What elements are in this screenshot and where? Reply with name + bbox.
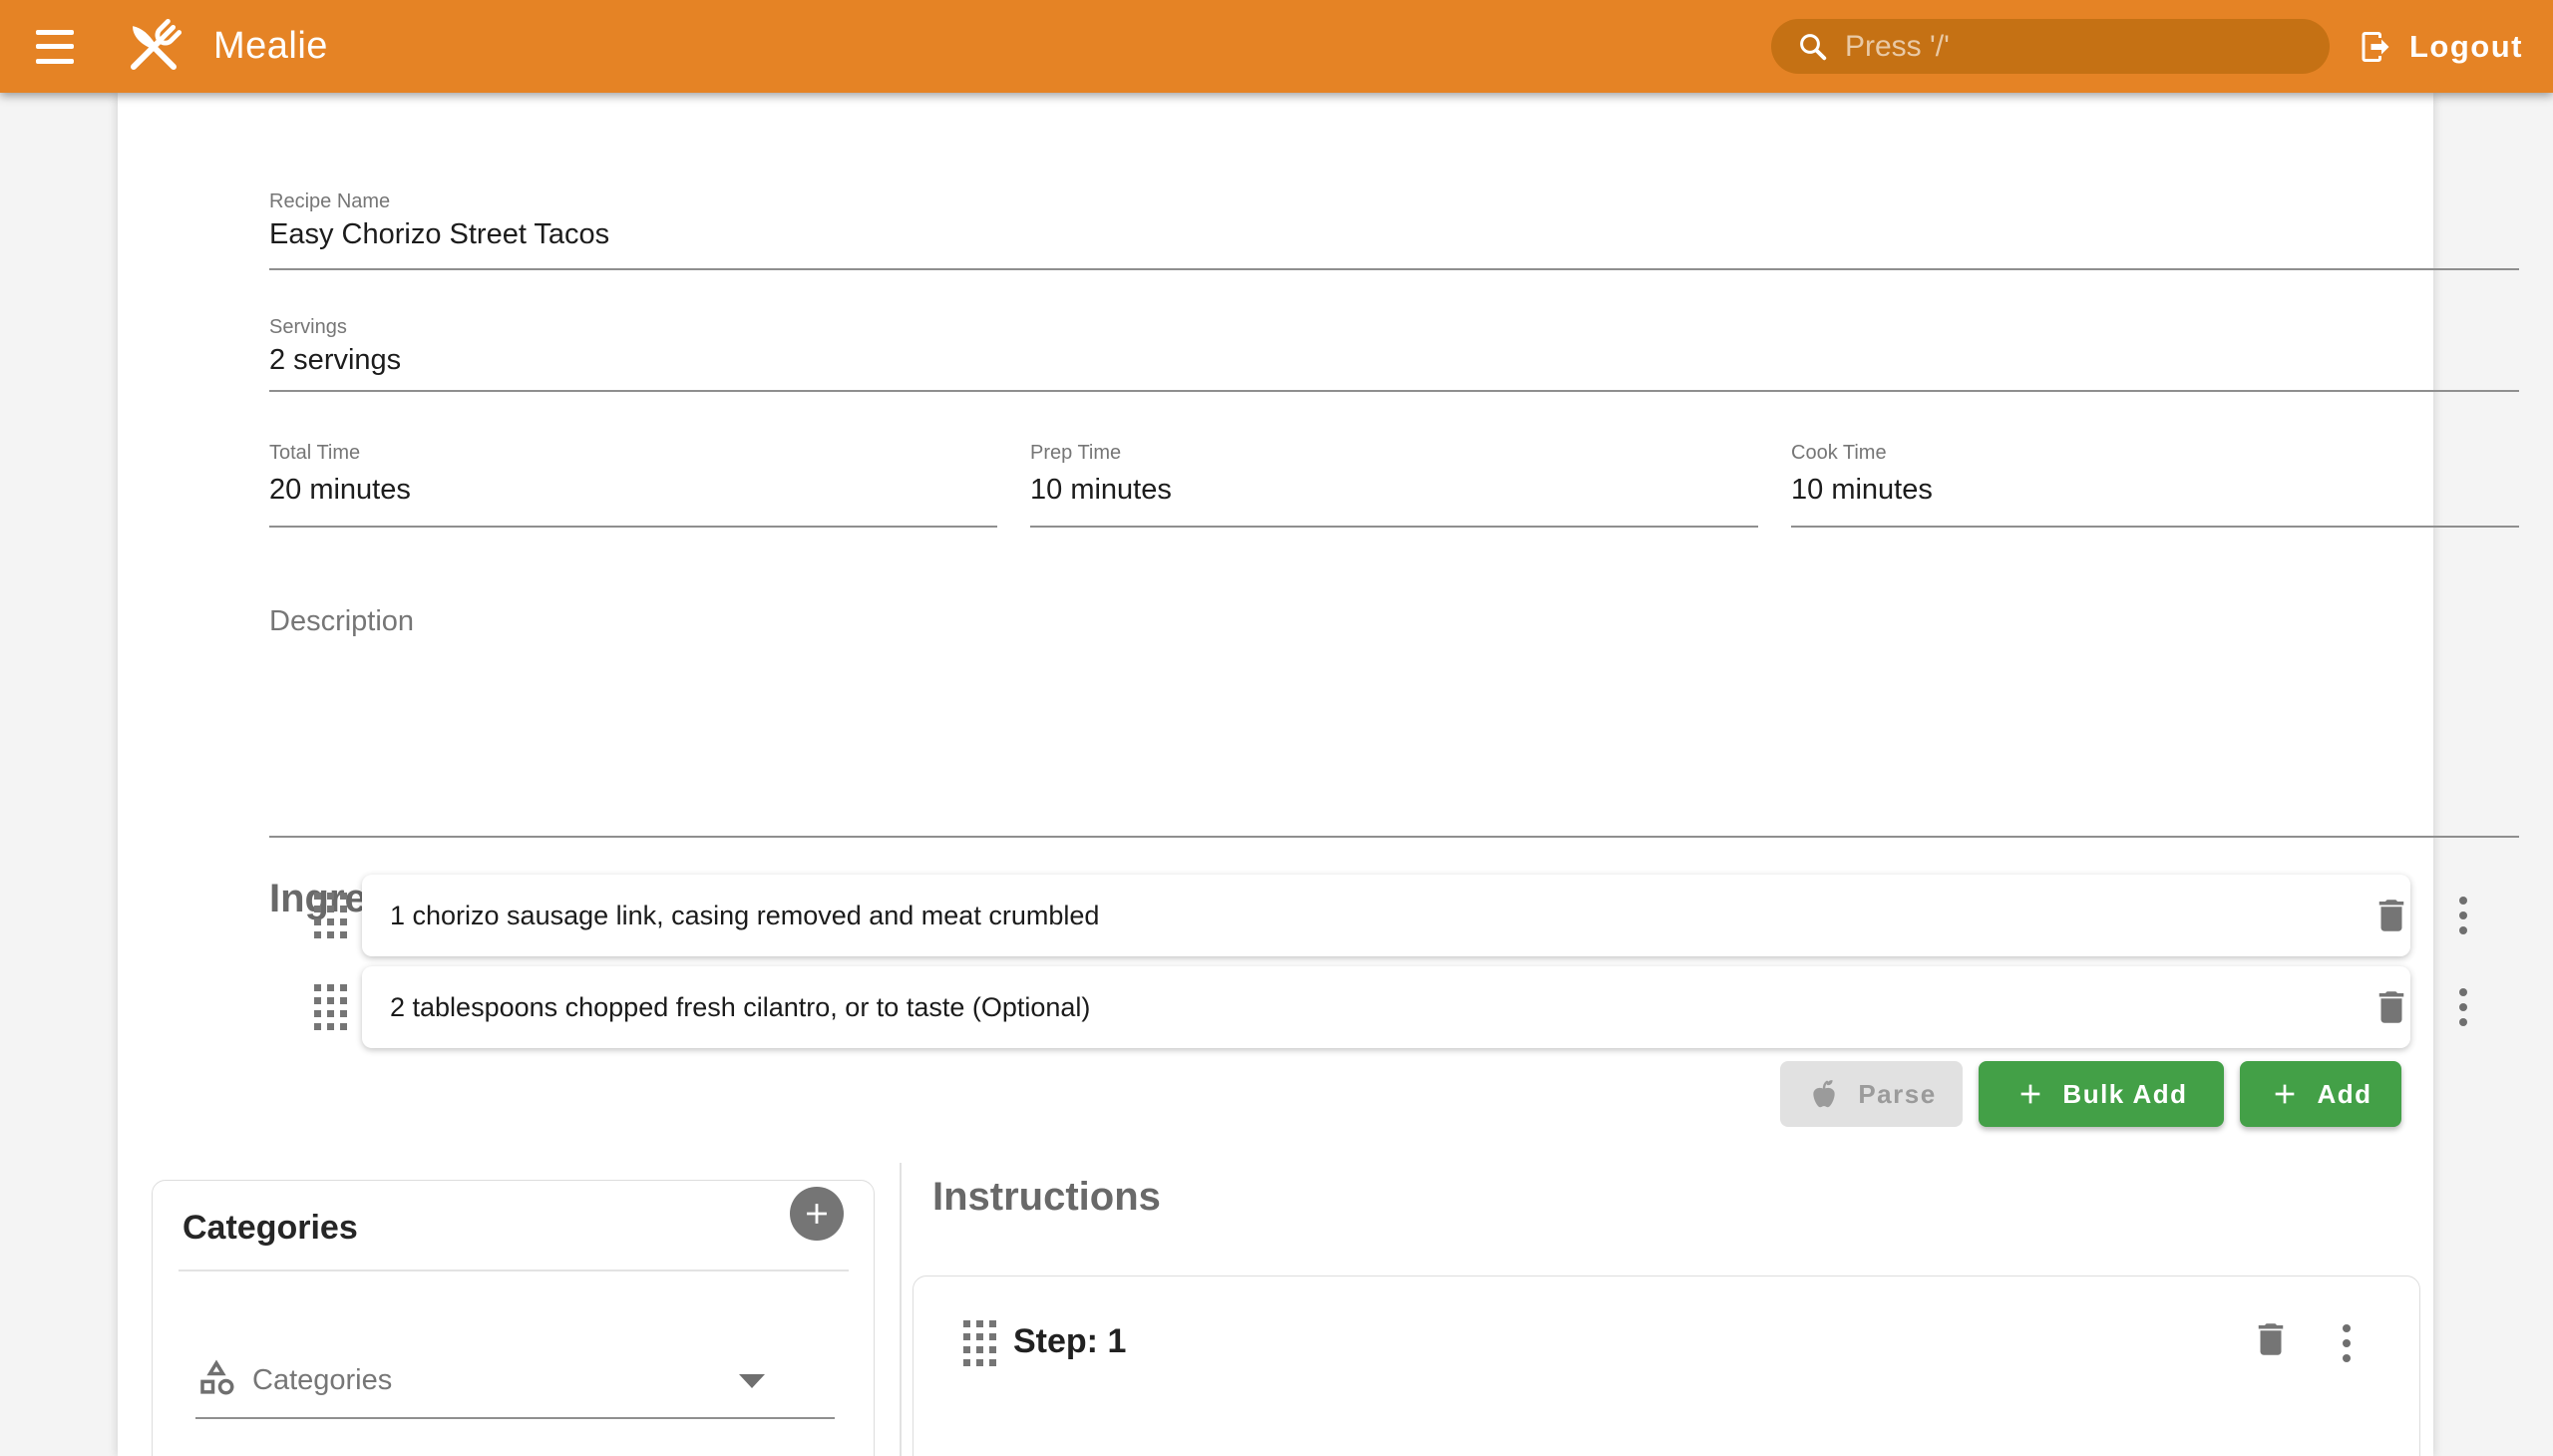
search-input[interactable]	[1845, 30, 2330, 64]
description-underline	[269, 836, 2519, 838]
recipe-name-input[interactable]	[269, 218, 2519, 251]
ingredient-card	[362, 966, 2410, 1048]
recipe-editor-card: Recipe Name Servings Total Time Prep Tim…	[118, 93, 2433, 1456]
add-label: Add	[2317, 1079, 2371, 1110]
app-header: Mealie Logout	[0, 0, 2553, 93]
search-bar[interactable]	[1771, 19, 2330, 74]
total-time-input[interactable]	[269, 474, 997, 507]
total-time-label: Total Time	[269, 442, 360, 465]
categories-divider	[179, 1270, 849, 1272]
column-divider	[900, 1163, 902, 1456]
prep-time-input[interactable]	[1030, 474, 1758, 507]
logout-label: Logout	[2409, 29, 2523, 65]
ingredient-row	[269, 966, 2519, 1048]
app-title: Mealie	[213, 25, 328, 68]
ingredient-menu-icon[interactable]	[2459, 988, 2467, 1026]
drag-handle-icon[interactable]	[963, 1320, 996, 1366]
add-ingredient-button[interactable]: Add	[2240, 1061, 2401, 1127]
delete-ingredient-button[interactable]	[2371, 895, 2412, 936]
prep-time-label: Prep Time	[1030, 442, 1121, 465]
total-time-underline	[269, 526, 997, 528]
plus-icon	[2269, 1078, 2301, 1110]
parse-button[interactable]: Parse	[1780, 1061, 1963, 1127]
recipe-name-label: Recipe Name	[269, 190, 390, 213]
step-title: Step: 1	[1013, 1322, 1126, 1361]
drag-handle-icon[interactable]	[314, 893, 347, 938]
bulk-add-button[interactable]: Bulk Add	[1979, 1061, 2224, 1127]
servings-label: Servings	[269, 316, 347, 339]
parse-label: Parse	[1858, 1079, 1936, 1110]
delete-step-button[interactable]	[2250, 1318, 2292, 1360]
trash-icon	[2371, 986, 2412, 1028]
plus-icon	[2014, 1078, 2046, 1110]
ingredient-menu-icon[interactable]	[2459, 897, 2467, 934]
servings-underline	[269, 390, 2519, 392]
chevron-down-icon	[739, 1374, 765, 1388]
cook-time-underline	[1791, 526, 2519, 528]
mealie-recipe-editor: Mealie Logout Recipe Name Servings Total…	[0, 0, 2553, 1456]
logout-icon	[2358, 29, 2393, 65]
cook-time-label: Cook Time	[1791, 442, 1887, 465]
ingredient-actions: Parse Bulk Add Add	[152, 1061, 2401, 1127]
bulk-add-label: Bulk Add	[2062, 1079, 2187, 1110]
delete-ingredient-button[interactable]	[2371, 986, 2412, 1028]
plus-icon	[800, 1197, 834, 1231]
drag-handle-icon[interactable]	[314, 984, 347, 1030]
recipe-name-underline	[269, 268, 2519, 270]
search-icon	[1795, 29, 1831, 65]
description-field[interactable]: Description	[269, 605, 414, 638]
add-category-button[interactable]	[790, 1187, 844, 1241]
mealie-logo-icon	[120, 13, 187, 81]
prep-time-underline	[1030, 526, 1758, 528]
ingredient-input[interactable]	[390, 992, 2345, 1023]
cook-time-input[interactable]	[1791, 474, 2519, 507]
ingredient-input[interactable]	[390, 901, 2345, 931]
ingredient-row	[269, 875, 2519, 956]
servings-input[interactable]	[269, 344, 2519, 377]
step-menu-icon[interactable]	[2343, 1324, 2351, 1362]
instruction-step-card: Step: 1 Combine crumbled chorizo and chi…	[912, 1275, 2420, 1456]
logout-button[interactable]: Logout	[2358, 29, 2523, 65]
categories-title: Categories	[182, 1209, 358, 1248]
menu-icon[interactable]	[36, 30, 80, 64]
ingredient-card	[362, 875, 2410, 956]
shapes-icon	[195, 1356, 237, 1398]
trash-icon	[2250, 1318, 2292, 1360]
categories-select-label: Categories	[252, 1364, 392, 1397]
instructions-heading: Instructions	[932, 1175, 1161, 1220]
categories-card: Categories Categories	[152, 1180, 875, 1456]
apple-icon	[1806, 1076, 1842, 1112]
trash-icon	[2371, 895, 2412, 936]
categories-select-underline	[195, 1417, 835, 1419]
